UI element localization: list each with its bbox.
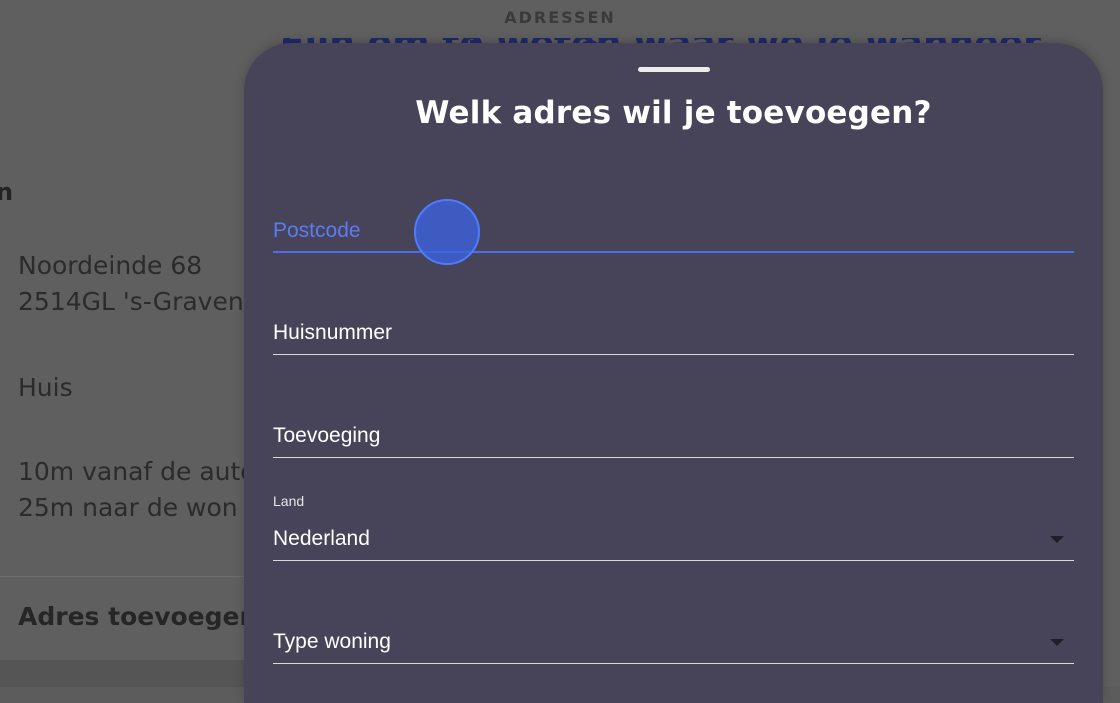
touch-indicator	[414, 199, 480, 265]
section-heading: n	[0, 178, 14, 206]
huisnummer-field[interactable]: Huisnummer	[273, 295, 1074, 355]
toevoeging-field[interactable]: Toevoeging	[273, 398, 1074, 458]
divider	[0, 576, 260, 577]
address-line-2: 2514GL 's-Graven	[18, 287, 244, 316]
huisnummer-label: Huisnummer	[273, 321, 393, 344]
bottom-bar	[0, 660, 260, 687]
huisnummer-underline	[273, 353, 1074, 355]
toevoeging-underline	[273, 456, 1074, 458]
add-address-button[interactable]: Adres toevoegen	[18, 602, 257, 631]
type-woning-underline	[273, 662, 1074, 664]
add-address-sheet: Welk adres wil je toevoegen? Postcode Hu…	[244, 43, 1103, 703]
page-title: ADRESSEN	[504, 8, 616, 27]
address-type: Huis	[18, 373, 73, 402]
toevoeging-label: Toevoeging	[273, 424, 381, 447]
land-underline	[273, 559, 1074, 561]
drag-handle[interactable]	[638, 67, 710, 72]
distance-line-2: 25m naar de won	[18, 493, 238, 522]
distance-block: 10m vanaf de auto 25m naar de won	[18, 454, 256, 526]
postcode-field[interactable]: Postcode	[273, 193, 1074, 253]
type-woning-label: Type woning	[273, 630, 391, 653]
land-select[interactable]: Land Nederland	[273, 493, 1074, 561]
address-line-1: Noordeinde 68	[18, 251, 203, 280]
sheet-title: Welk adres wil je toevoegen?	[415, 95, 932, 131]
chevron-down-icon[interactable]	[1050, 639, 1064, 646]
address-block: Noordeinde 68 2514GL 's-Graven	[18, 248, 244, 320]
type-woning-select[interactable]: Type woning	[273, 604, 1074, 664]
distance-line-1: 10m vanaf de auto	[18, 457, 256, 486]
postcode-underline	[273, 251, 1074, 253]
land-value: Nederland	[273, 527, 370, 550]
land-label: Land	[273, 493, 305, 509]
postcode-label: Postcode	[273, 219, 361, 242]
chevron-down-icon[interactable]	[1050, 536, 1064, 543]
